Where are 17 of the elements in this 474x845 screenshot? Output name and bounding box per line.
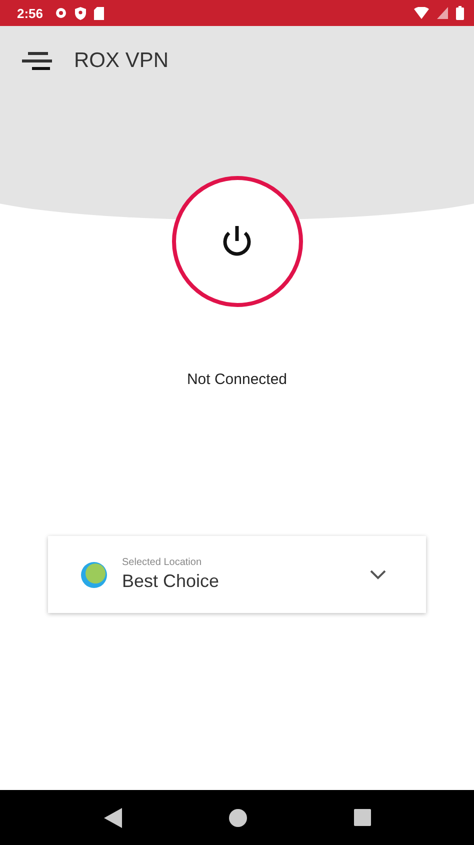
chevron-down-icon xyxy=(370,570,386,580)
back-icon[interactable] xyxy=(104,808,122,828)
sd-card-icon xyxy=(94,6,104,20)
location-selector[interactable]: Selected Location Best Choice xyxy=(48,536,426,613)
menu-icon[interactable] xyxy=(22,52,52,70)
location-value: Best Choice xyxy=(122,571,220,592)
shield-icon xyxy=(75,6,86,20)
location-label: Selected Location xyxy=(122,557,203,568)
recents-icon[interactable] xyxy=(354,809,370,826)
app-title: ROX VPN xyxy=(74,49,169,73)
connection-status: Not Connected xyxy=(186,371,288,388)
wifi-icon xyxy=(414,7,429,19)
globe-icon xyxy=(80,560,108,588)
signal-icon xyxy=(437,7,448,19)
status-time: 2:56 xyxy=(17,6,44,20)
battery-icon xyxy=(456,6,464,20)
home-icon[interactable] xyxy=(228,808,246,826)
